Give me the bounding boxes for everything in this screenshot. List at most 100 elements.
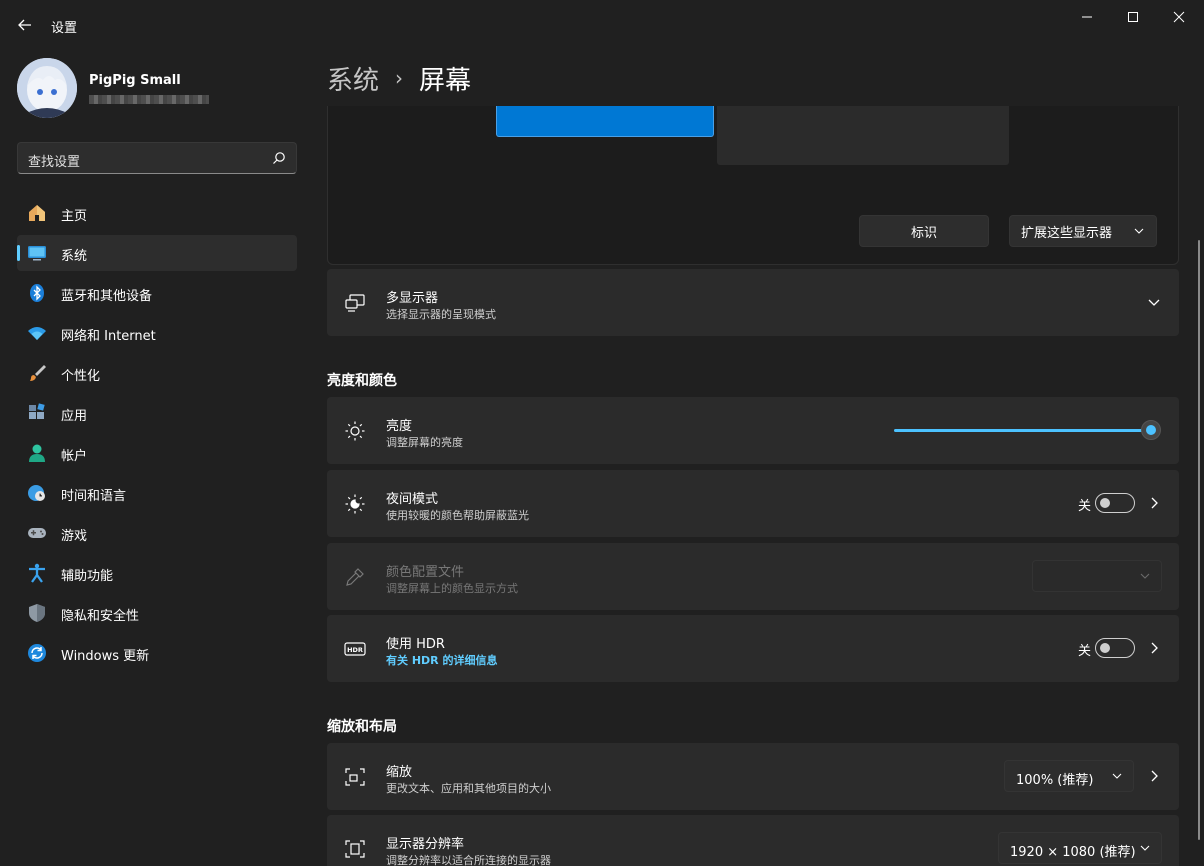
sidebar-item-label: 蓝牙和其他设备	[61, 289, 153, 304]
nav-list: 主页 系统 蓝牙和其他设备 网络和 Internet 个性化 应用 帐户 时间和…	[17, 195, 297, 675]
resolution-card: 显示器分辨率 调整分辨率以适合所连接的显示器 1920 × 1080 (推荐)	[327, 815, 1179, 866]
scale-icon	[344, 766, 366, 788]
extend-displays-dropdown[interactable]: 扩展这些显示器	[1009, 215, 1157, 247]
sidebar-item-privacy-security[interactable]: 隐私和安全性	[17, 595, 297, 631]
night-light-toggle[interactable]	[1095, 493, 1135, 513]
search-input[interactable]: 查找设置	[28, 151, 80, 170]
chevron-down-icon	[1140, 845, 1150, 851]
extend-displays-label: 扩展这些显示器	[1021, 225, 1113, 241]
multi-display-card[interactable]: 多显示器 选择显示器的呈现模式	[327, 269, 1179, 336]
chevron-down-icon	[1112, 773, 1122, 779]
identify-button-label: 标识	[910, 225, 937, 241]
resolution-title: 显示器分辨率	[386, 837, 465, 852]
hdr-info-link[interactable]: 有关 HDR 的详细信息	[386, 652, 497, 668]
color-profile-subtitle: 调整屏幕上的颜色显示方式	[386, 582, 518, 595]
night-light-icon	[344, 493, 366, 515]
user-name: PigPig Small	[89, 73, 181, 88]
identify-button[interactable]: 标识	[859, 215, 989, 247]
sidebar-item-label: 辅助功能	[61, 569, 114, 584]
sidebar-item-gaming[interactable]: 游戏	[17, 515, 297, 551]
chevron-down-icon	[1134, 228, 1144, 234]
breadcrumb-parent[interactable]: 系统	[327, 60, 379, 97]
sidebar-item-bluetooth[interactable]: 蓝牙和其他设备	[17, 275, 297, 311]
chevron-right-icon[interactable]	[1145, 767, 1163, 785]
update-icon	[27, 643, 47, 663]
color-profile-dropdown	[1032, 560, 1162, 592]
sidebar-item-label: 应用	[61, 409, 88, 424]
resolution-subtitle: 调整分辨率以适合所连接的显示器	[386, 854, 551, 866]
monitor-2-tile[interactable]	[717, 106, 1009, 165]
page-title: 屏幕	[419, 65, 472, 96]
chevron-down-icon	[1140, 573, 1150, 579]
section-title-brightness-color: 亮度和颜色	[327, 373, 397, 389]
wifi-icon	[27, 323, 47, 343]
night-light-subtitle: 使用较暖的颜色帮助屏蔽蓝光	[386, 509, 529, 522]
home-icon	[27, 203, 47, 223]
minimize-button[interactable]	[1064, 0, 1110, 34]
resolution-value: 1920 × 1080 (推荐)	[1010, 845, 1136, 860]
chevron-down-icon[interactable]	[1145, 293, 1163, 311]
color-profile-card: 颜色配置文件 调整屏幕上的颜色显示方式	[327, 543, 1179, 610]
account-icon	[27, 443, 47, 463]
avatar-image	[17, 58, 77, 118]
apps-icon	[27, 403, 47, 423]
brightness-title: 亮度	[386, 419, 413, 434]
sidebar-item-label: 系统	[61, 249, 88, 264]
multi-display-subtitle: 选择显示器的呈现模式	[386, 308, 496, 321]
monitor-1-tile[interactable]	[496, 106, 714, 137]
night-light-title: 夜间模式	[386, 492, 439, 507]
close-button[interactable]	[1156, 0, 1202, 34]
sidebar-item-network[interactable]: 网络和 Internet	[17, 315, 297, 351]
sidebar-item-system[interactable]: 系统	[17, 235, 297, 271]
sidebar-item-label: 主页	[61, 209, 88, 224]
sidebar-item-label: 网络和 Internet	[61, 329, 156, 344]
chevron-right-icon[interactable]	[1145, 639, 1163, 657]
scale-dropdown[interactable]: 100% (推荐)	[1004, 760, 1134, 792]
brush-icon	[27, 363, 47, 383]
breadcrumb-separator: ›	[395, 66, 404, 90]
scale-card[interactable]: 缩放 更改文本、应用和其他项目的大小 100% (推荐)	[327, 743, 1179, 810]
sidebar-item-time-language[interactable]: 时间和语言	[17, 475, 297, 511]
night-light-state: 关	[1077, 499, 1091, 514]
scale-value: 100% (推荐)	[1016, 773, 1094, 788]
minimize-icon	[1082, 16, 1092, 18]
sidebar-item-home[interactable]: 主页	[17, 195, 297, 231]
back-arrow-icon	[18, 19, 31, 31]
hdr-toggle[interactable]	[1095, 638, 1135, 658]
sidebar-item-label: 个性化	[61, 369, 101, 384]
search-box[interactable]: 查找设置	[17, 142, 297, 174]
app-title: 设置	[51, 21, 78, 36]
brightness-slider-track[interactable]	[894, 429, 1152, 432]
sidebar-item-label: 时间和语言	[61, 489, 127, 504]
multi-display-icon	[344, 292, 366, 314]
maximize-icon	[1128, 12, 1138, 22]
night-light-card[interactable]: 夜间模式 使用较暖的颜色帮助屏蔽蓝光 关	[327, 470, 1179, 537]
sidebar-item-label: Windows 更新	[61, 649, 150, 664]
resolution-dropdown[interactable]: 1920 × 1080 (推荐)	[998, 832, 1162, 864]
sidebar-item-accounts[interactable]: 帐户	[17, 435, 297, 471]
bluetooth-icon	[27, 283, 47, 303]
hdr-state: 关	[1077, 644, 1091, 659]
system-icon	[27, 243, 47, 263]
scale-title: 缩放	[386, 765, 413, 780]
multi-display-title: 多显示器	[386, 291, 439, 306]
resolution-icon	[344, 838, 366, 860]
search-icon[interactable]	[272, 151, 286, 165]
brightness-slider-thumb[interactable]	[1141, 420, 1161, 440]
close-icon	[1173, 11, 1185, 23]
content-scrollbar[interactable]	[1198, 240, 1200, 840]
sidebar-item-personalization[interactable]: 个性化	[17, 355, 297, 391]
avatar[interactable]	[17, 58, 77, 118]
hdr-card[interactable]: HDR 使用 HDR 有关 HDR 的详细信息 关	[327, 615, 1179, 682]
sidebar-item-windows-update[interactable]: Windows 更新	[17, 635, 297, 671]
maximize-button[interactable]	[1110, 0, 1156, 34]
sidebar-item-accessibility[interactable]: 辅助功能	[17, 555, 297, 591]
sidebar-item-label: 帐户	[61, 449, 88, 464]
svg-text:HDR: HDR	[347, 646, 363, 654]
gamepad-icon	[27, 523, 47, 543]
chevron-right-icon[interactable]	[1145, 494, 1163, 512]
sidebar-item-apps[interactable]: 应用	[17, 395, 297, 431]
back-button[interactable]	[12, 12, 38, 38]
sun-icon	[344, 420, 366, 442]
globe-clock-icon	[27, 483, 47, 503]
